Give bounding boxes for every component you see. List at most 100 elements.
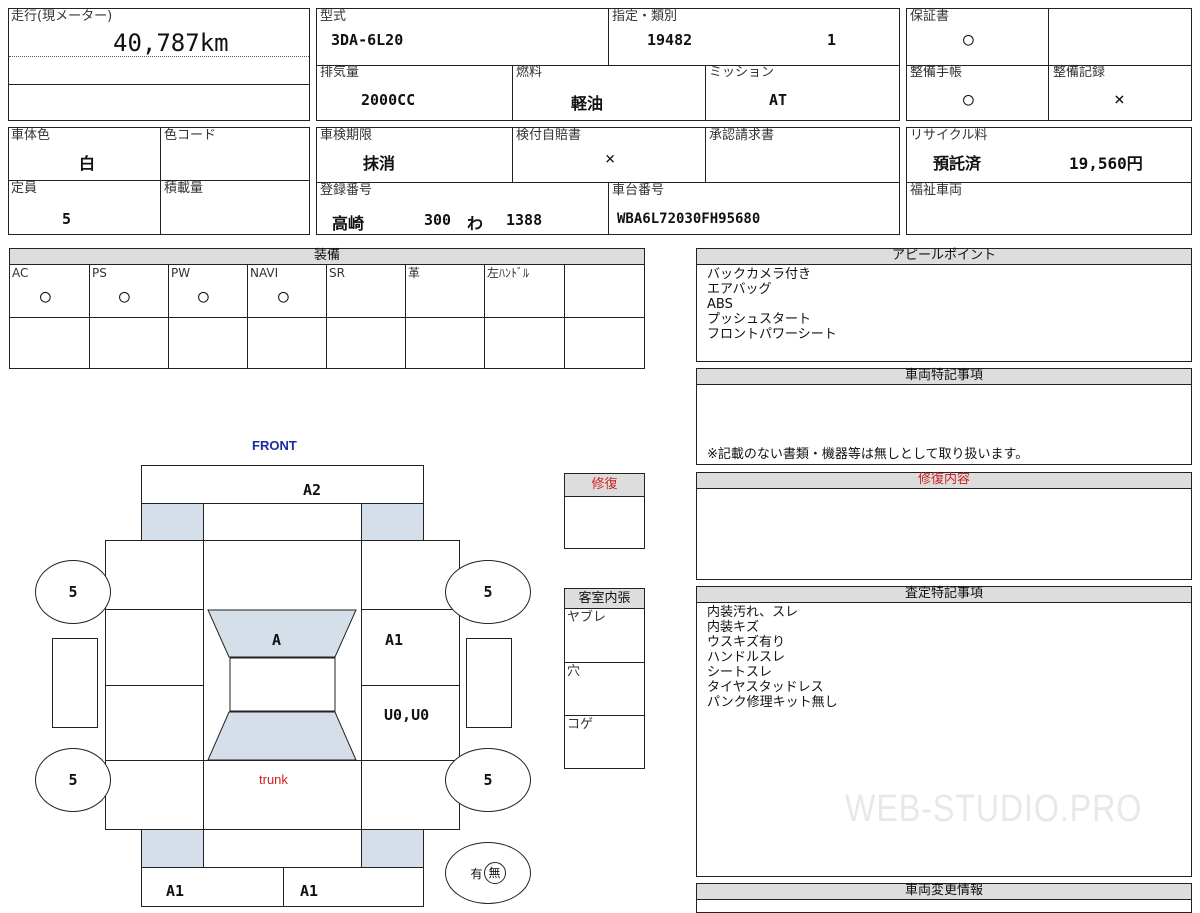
assessment-notes-title: 査定特記事項 — [697, 587, 1191, 603]
tire-front-left: 5 — [35, 560, 111, 624]
glass-roof-svg — [207, 609, 357, 761]
tire-rear-right: 5 — [445, 748, 531, 812]
equipment-navi-label: NAVI — [250, 266, 279, 280]
color-code-label: 色コード — [164, 128, 217, 143]
option-yes: 有 — [470, 866, 483, 881]
repair-details-title: 修復内容 — [697, 473, 1191, 489]
body-color-value: 白 — [79, 154, 96, 173]
equipment-lhd-label: 左ﾊﾝﾄﾞﾙ — [487, 266, 530, 280]
rear-right-pillar — [361, 829, 424, 868]
windshield-mark: A — [272, 631, 282, 649]
vehicle-notes-panel: 車両特記事項 ※記載のない書類・機器等は無しとして取り扱います。 — [696, 368, 1192, 465]
rear-left-mark: A1 — [166, 882, 185, 900]
tire-rear-left: 5 — [35, 748, 111, 812]
front-bumper-mark: A2 — [303, 481, 322, 499]
capacity-value: 5 — [62, 210, 72, 228]
approval-label: 承認請求書 — [709, 128, 775, 143]
registration-number: 1388 — [506, 211, 543, 229]
car-diagram: FRONT A2 A A1 U0,U0 trunk 5 5 5 5 A1 A1 … — [0, 430, 560, 907]
inspection-label: 車検期限 — [320, 128, 373, 143]
assessment-notes-panel: 査定特記事項 内装汚れ、スレ 内装キズ ウスキズ有り ハンドルスレ シートスレ … — [696, 586, 1192, 877]
rear-panel — [203, 829, 362, 868]
front-right-pillar — [361, 503, 424, 541]
transmission-value: AT — [769, 91, 788, 109]
mileage-box: 走行(現メーター) 40,787km — [8, 8, 310, 121]
recycle-status: 預託済 — [933, 154, 982, 173]
registration-box: 車検期限 抹消 検付自賠書 × 承認請求書 登録番号 高崎 300 わ 1388… — [316, 127, 900, 235]
interior-box: 客室内張 ヤブレ 穴 コゲ — [564, 588, 645, 769]
rear-right-mark: A1 — [300, 882, 319, 900]
welfare-label: 福祉車両 — [910, 183, 963, 198]
equipment-title: 装備 — [10, 249, 644, 265]
hood-front-panel — [203, 503, 362, 541]
watermark: WEB-STUDIO.PRO — [845, 788, 1143, 830]
model-label: 型式 — [320, 9, 347, 24]
registration-label: 登録番号 — [320, 183, 373, 198]
tire-front-right: 5 — [445, 560, 531, 624]
warranty-value: ○ — [963, 29, 974, 50]
transmission-label: ミッション — [709, 65, 775, 80]
maintenance-record-label: 整備記録 — [1053, 65, 1106, 80]
mileage-value: 40,787km — [113, 29, 229, 57]
displacement-value: 2000CC — [361, 91, 416, 109]
interior-row-tear: ヤブレ — [567, 610, 607, 625]
designation-value-2: 1 — [827, 31, 837, 49]
designation-value-1: 19482 — [647, 31, 693, 49]
displacement-label: 排気量 — [320, 65, 360, 80]
model-value: 3DA-6L20 — [331, 31, 404, 49]
vehicle-notes-text: ※記載のない書類・機器等は無しとして取り扱います。 — [707, 447, 1029, 462]
repair-box: 修復 — [564, 473, 645, 549]
right-front-door-mark: A1 — [385, 631, 404, 649]
equipment-ac-label: AC — [12, 266, 29, 280]
fuel-label: 燃料 — [516, 65, 543, 80]
option-no: 無 — [483, 862, 506, 884]
appeal-panel: アピールポイント バックカメラ付き エアバッグ ABS プッシュスタート フロン… — [696, 248, 1192, 362]
maintenance-book-label: 整備手帳 — [910, 65, 963, 80]
designation-label: 指定・類別 — [612, 9, 678, 24]
vehicle-change-title: 車両変更情報 — [697, 884, 1191, 900]
registration-place: 高崎 — [332, 214, 365, 233]
option-yes-no: 有 無 — [445, 842, 531, 904]
equipment-pw-mark: ○ — [198, 286, 209, 307]
equipment-ac-mark: ○ — [40, 286, 51, 307]
recycle-label: リサイクル料 — [910, 128, 988, 143]
appeal-lines: バックカメラ付き エアバッグ ABS プッシュスタート フロントパワーシート — [707, 267, 837, 342]
right-rear-door-mark: U0,U0 — [384, 706, 430, 724]
rear-left-pillar — [141, 829, 204, 868]
registration-class: 300 — [424, 211, 452, 229]
front-left-pillar — [141, 503, 204, 541]
equipment-pw-label: PW — [171, 266, 191, 280]
recycle-amount: 19,560円 — [1069, 154, 1143, 173]
maintenance-book-value: ○ — [963, 89, 974, 110]
front-label: FRONT — [252, 438, 297, 453]
equipment-navi-mark: ○ — [278, 286, 289, 307]
equipment-leather-label: 革 — [408, 266, 421, 280]
inspection-value: 抹消 — [363, 154, 396, 173]
interior-row-burn: コゲ — [567, 717, 594, 732]
equipment-ps-label: PS — [92, 266, 107, 280]
chassis-label: 車台番号 — [612, 183, 665, 198]
insurance-value: × — [605, 149, 616, 169]
repair-details-panel: 修復内容 — [696, 472, 1192, 580]
registration-kana: わ — [467, 214, 484, 233]
fuel-value: 軽油 — [571, 94, 604, 113]
insurance-label: 検付自賠書 — [516, 128, 582, 143]
vehicle-notes-title: 車両特記事項 — [697, 369, 1191, 385]
equipment-sr-label: SR — [329, 266, 345, 280]
repair-title: 修復 — [565, 474, 644, 497]
capacity-label: 定員 — [11, 181, 38, 196]
assessment-notes-lines: 内装汚れ、スレ 内装キズ ウスキズ有り ハンドルスレ シートスレ タイヤスタッド… — [707, 605, 838, 710]
mileage-label: 走行(現メーター) — [11, 9, 113, 24]
documents-box: 保証書 ○ 整備手帳 ○ 整備記録 × — [906, 8, 1192, 121]
equipment-ps-mark: ○ — [119, 286, 130, 307]
front-bumper-panel — [141, 465, 424, 504]
body-color-label: 車体色 — [11, 128, 51, 143]
spec-box: 型式 3DA-6L20 指定・類別 19482 1 排気量 2000CC 燃料 … — [316, 8, 900, 121]
trunk-label: trunk — [259, 772, 288, 787]
load-label: 積載量 — [164, 181, 204, 196]
equipment-table: 装備 AC ○ PS ○ PW ○ NAVI ○ SR 革 左ﾊﾝﾄﾞﾙ — [9, 248, 645, 369]
interior-title: 客室内張 — [565, 589, 644, 609]
recycle-box: リサイクル料 預託済 19,560円 福祉車両 — [906, 127, 1192, 235]
body-info-box: 車体色 白 色コード 定員 5 積載量 — [8, 127, 310, 235]
interior-row-hole: 穴 — [567, 664, 581, 679]
